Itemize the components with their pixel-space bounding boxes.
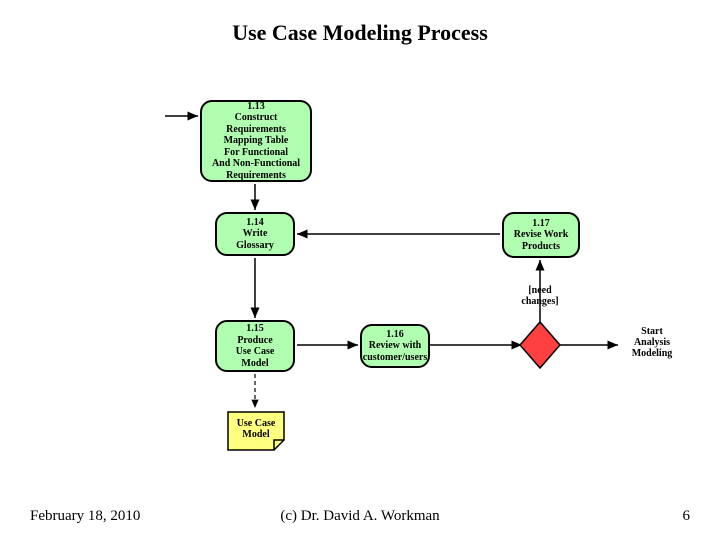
flow-canvas xyxy=(0,0,720,540)
activity-num: 1.15 xyxy=(246,323,264,335)
activity-1-16: 1.16 Review with customer/users xyxy=(360,324,430,368)
activity-line: Use Case xyxy=(236,346,275,358)
activity-line: Produce xyxy=(237,335,272,347)
activity-line: For Functional xyxy=(224,147,288,159)
activity-line: Products xyxy=(522,241,560,253)
activity-line: Review with xyxy=(369,340,422,352)
artifact-use-case-model: Use Case Model xyxy=(228,418,284,440)
activity-1-15: 1.15 Produce Use Case Model xyxy=(215,320,295,372)
activity-num: 1.16 xyxy=(386,329,404,341)
footer-date: February 18, 2010 xyxy=(30,508,140,525)
activity-line: Write xyxy=(243,228,268,240)
activity-num: 1.13 xyxy=(247,101,265,113)
activity-1-17: 1.17 Revise Work Products xyxy=(502,212,580,258)
activity-num: 1.17 xyxy=(532,218,550,230)
footer-author: (c) Dr. David A. Workman xyxy=(280,508,439,525)
activity-1-13: 1.13 Construct Requirements Mapping Tabl… xyxy=(200,100,312,182)
diagram-title: Use Case Modeling Process xyxy=(0,20,720,46)
activity-line: customer/users xyxy=(363,352,427,364)
activity-line: And Non-Functional xyxy=(212,158,300,170)
activity-1-14: 1.14 Write Glossary xyxy=(215,212,295,256)
activity-line: Requirements xyxy=(226,170,286,182)
activity-line: Glossary xyxy=(236,240,274,252)
artifact-line: Use Case xyxy=(237,418,276,429)
activity-num: 1.14 xyxy=(246,217,264,229)
artifact-line: Model xyxy=(242,429,269,440)
activity-line: Mapping Table xyxy=(224,135,289,147)
guard-need-changes: [need changes] xyxy=(519,285,561,307)
activity-line: Model xyxy=(241,358,268,370)
activity-line: Construct Requirements xyxy=(204,112,308,135)
end-label-start-analysis: Start Analysis Modeling xyxy=(622,326,682,359)
footer-page: 6 xyxy=(683,508,691,525)
activity-line: Revise Work xyxy=(514,229,569,241)
